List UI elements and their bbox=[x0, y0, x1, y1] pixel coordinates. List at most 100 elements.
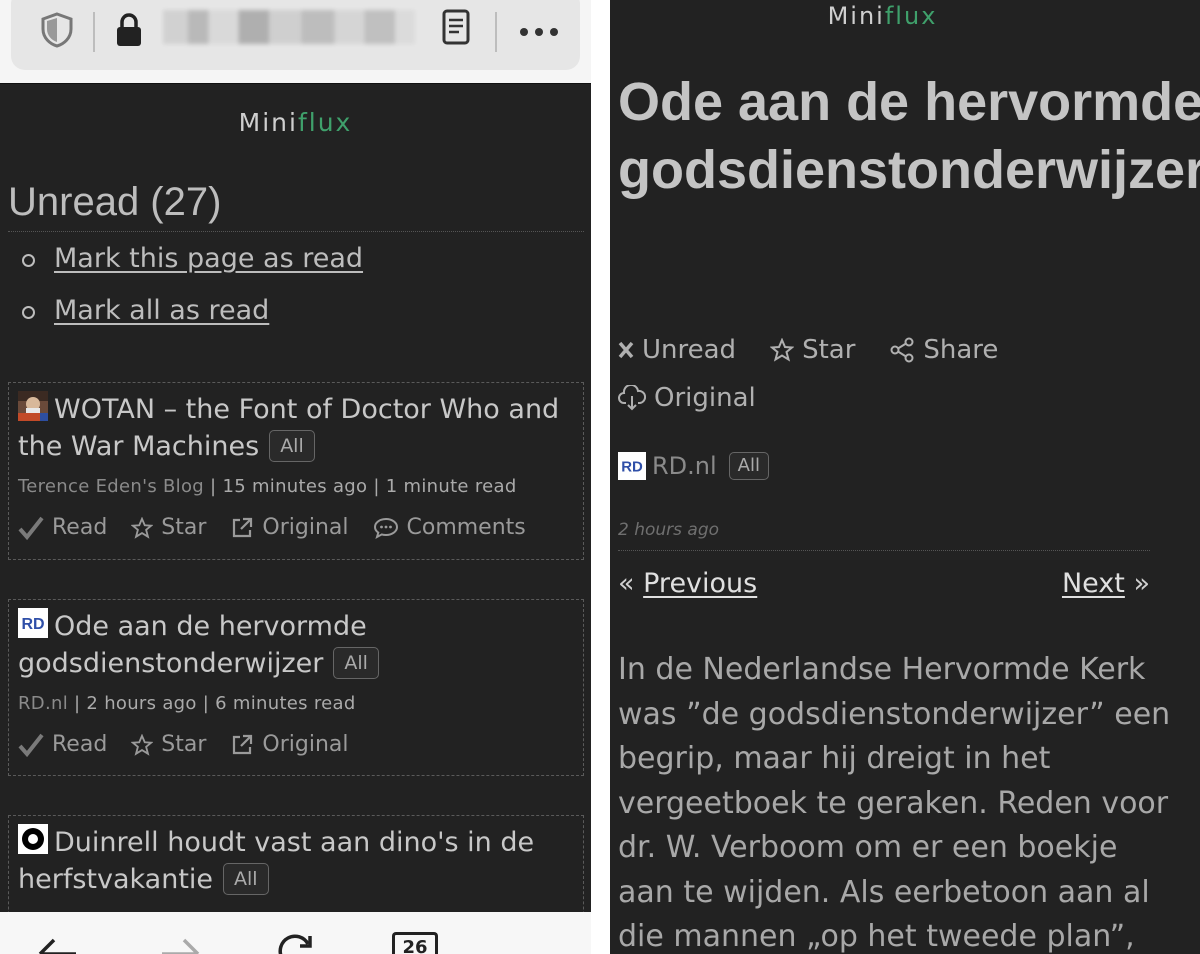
original-label: Original bbox=[262, 732, 349, 757]
comment-icon bbox=[373, 517, 398, 539]
article-actions-row: Original bbox=[618, 374, 1178, 422]
star-button[interactable]: Star bbox=[770, 335, 855, 365]
entry-time: 2 hours ago bbox=[86, 693, 197, 714]
lock-icon bbox=[117, 13, 141, 46]
original-label: Original bbox=[262, 515, 349, 540]
share-button[interactable]: Share bbox=[889, 335, 998, 365]
article-pagination: « Previous Next » bbox=[618, 568, 1150, 608]
url-text[interactable] bbox=[163, 10, 415, 44]
category-tag[interactable]: All bbox=[333, 647, 379, 679]
browser-bottom-bar: 26 bbox=[0, 912, 591, 954]
right-pane: Miniflux Ode aan de hervormde godsdienst… bbox=[610, 0, 1200, 954]
next-nav: Next » bbox=[1062, 568, 1150, 599]
entry-meta: Terence Eden's Blog | 15 minutes ago | 1… bbox=[18, 476, 517, 497]
original-link[interactable]: Original bbox=[618, 383, 756, 413]
feed-link[interactable]: RD.nl bbox=[652, 452, 717, 480]
cloud-download-icon bbox=[618, 385, 646, 411]
shield-icon[interactable] bbox=[37, 10, 77, 50]
original-label: Original bbox=[654, 383, 756, 413]
left-pane: Miniflux Unread (27) Mark this page as r… bbox=[0, 0, 591, 954]
menu-icon[interactable] bbox=[514, 932, 554, 954]
x-icon bbox=[618, 341, 634, 359]
category-tag[interactable]: All bbox=[223, 863, 269, 895]
previous-link[interactable]: Previous bbox=[643, 568, 757, 599]
circle-favicon-icon bbox=[18, 824, 48, 854]
page-title: Unread (27) bbox=[8, 180, 222, 224]
logo-part-mini: Mini bbox=[238, 108, 298, 137]
logo-part-flux: flux bbox=[297, 108, 353, 137]
star-label: Star bbox=[161, 732, 207, 757]
share-icon bbox=[890, 337, 914, 363]
star-button[interactable]: Star bbox=[131, 515, 206, 540]
original-link[interactable]: Original bbox=[230, 515, 349, 540]
article-actions-row: Unread Star Share bbox=[618, 326, 1178, 374]
share-label: Share bbox=[923, 335, 999, 365]
comments-link[interactable]: Comments bbox=[373, 515, 526, 540]
reader-icon[interactable] bbox=[441, 8, 471, 46]
action-item: Mark this page as read bbox=[22, 240, 363, 292]
more-icon[interactable] bbox=[517, 14, 561, 50]
page-actions: Mark this page as read Mark all as read bbox=[22, 240, 363, 344]
unread-button[interactable]: Unread bbox=[618, 335, 736, 365]
article-title[interactable]: Ode aan de hervormde godsdienstonderwijz… bbox=[618, 68, 1200, 204]
action-item: Mark all as read bbox=[22, 292, 363, 344]
tabs-button[interactable]: 26 bbox=[392, 932, 438, 954]
next-link[interactable]: Next bbox=[1062, 568, 1125, 599]
category-tag[interactable]: All bbox=[269, 430, 315, 462]
read-label: Read bbox=[52, 732, 108, 757]
entry-title-line: RD Ode aan de hervormde godsdienstonderw… bbox=[18, 608, 574, 682]
tab-count: 26 bbox=[402, 937, 428, 954]
entry-actions: Read Star Original Comments bbox=[18, 515, 574, 563]
article-feed: RD RD.nl All bbox=[618, 452, 769, 480]
rd-favicon-icon: RD bbox=[618, 452, 646, 480]
star-label: Star bbox=[802, 335, 856, 365]
article-body: In de Nederlandse Hervormde Kerk was ”de… bbox=[618, 652, 1171, 954]
article-divider bbox=[618, 550, 1150, 551]
logo-part-flux: flux bbox=[884, 2, 938, 30]
entry-actions: Read Star Original bbox=[18, 732, 574, 780]
entry-time: 15 minutes ago bbox=[222, 476, 368, 497]
rd-favicon-icon: RD bbox=[18, 608, 48, 638]
miniflux-logo[interactable]: Miniflux bbox=[610, 2, 1155, 30]
entry-item: WOTAN – the Font of Doctor Who and the W… bbox=[8, 382, 584, 560]
back-icon[interactable] bbox=[34, 932, 78, 954]
miniflux-logo[interactable]: Miniflux bbox=[0, 108, 591, 137]
title-divider bbox=[8, 231, 584, 232]
mark-page-read-link[interactable]: Mark this page as read bbox=[54, 243, 363, 274]
read-button[interactable]: Read bbox=[18, 515, 107, 540]
check-icon bbox=[18, 516, 44, 540]
entry-title-link[interactable]: Duinrell houdt vast aan dino's in de her… bbox=[18, 827, 534, 895]
forward-icon[interactable] bbox=[160, 932, 204, 954]
entry-source[interactable]: RD.nl bbox=[18, 693, 68, 714]
toolbar-divider bbox=[93, 12, 95, 52]
entry-title-link[interactable]: Ode aan de hervormde godsdienstonderwijz… bbox=[18, 611, 367, 679]
star-icon bbox=[131, 516, 154, 539]
external-link-icon bbox=[233, 734, 253, 754]
read-button[interactable]: Read bbox=[18, 732, 107, 757]
next-arrow: » bbox=[1133, 568, 1150, 599]
reload-icon[interactable] bbox=[274, 932, 318, 954]
unread-label: Unread bbox=[642, 335, 737, 365]
article-time: 2 hours ago bbox=[618, 520, 720, 540]
toolbar-divider bbox=[495, 12, 497, 52]
avatar-favicon-icon bbox=[18, 391, 48, 421]
previous-arrow: « bbox=[618, 568, 635, 599]
external-link-icon bbox=[233, 517, 253, 537]
svg-text:RD: RD bbox=[21, 616, 44, 633]
svg-text:RD: RD bbox=[621, 459, 643, 476]
original-link[interactable]: Original bbox=[230, 732, 349, 757]
article-actions: Unread Star Share Original bbox=[618, 326, 1178, 422]
entry-title-line: Duinrell houdt vast aan dino's in de her… bbox=[18, 824, 574, 898]
entry-reading-time: 1 minute read bbox=[385, 476, 517, 497]
check-icon bbox=[18, 733, 44, 757]
entry-item: RD Ode aan de hervormde godsdienstonderw… bbox=[8, 599, 584, 776]
previous-nav: « Previous bbox=[618, 568, 757, 599]
category-tag[interactable]: All bbox=[728, 452, 769, 480]
entry-source[interactable]: Terence Eden's Blog bbox=[18, 476, 204, 497]
entry-meta: RD.nl | 2 hours ago | 6 minutes read bbox=[18, 693, 356, 714]
mark-all-read-link[interactable]: Mark all as read bbox=[54, 295, 269, 326]
star-button[interactable]: Star bbox=[131, 732, 206, 757]
star-icon bbox=[131, 733, 154, 756]
star-label: Star bbox=[161, 515, 207, 540]
address-bar[interactable] bbox=[11, 0, 580, 70]
